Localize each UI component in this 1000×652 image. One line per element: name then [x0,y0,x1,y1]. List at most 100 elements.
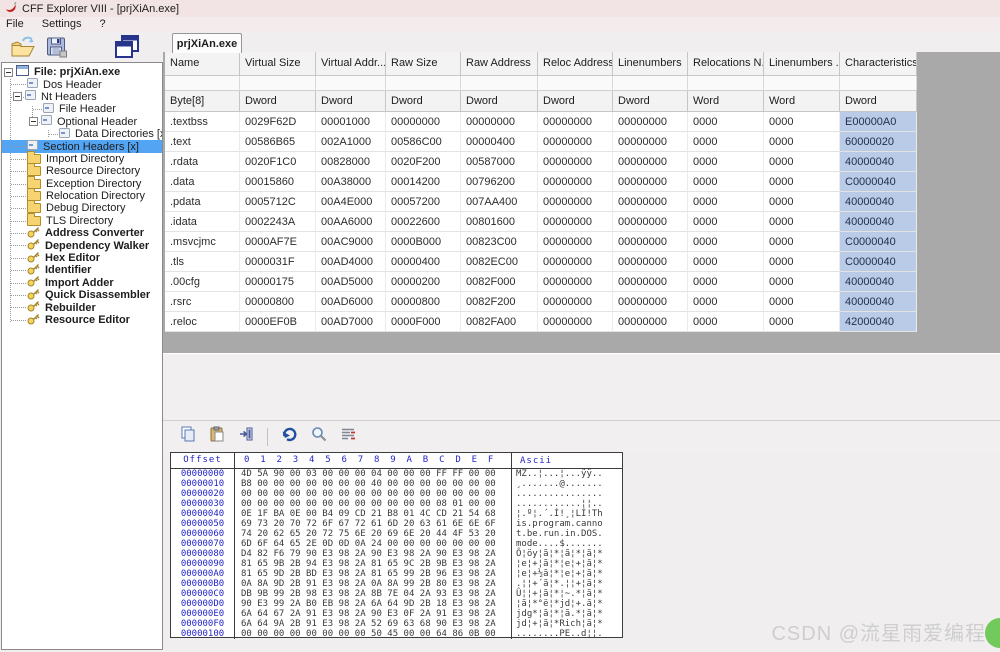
hex-ascii-cell[interactable]: ................ [512,489,622,499]
tree-expand-toggle[interactable] [4,68,13,77]
section-name-cell[interactable]: .00cfg [165,272,240,292]
tree-item[interactable]: File Header [2,103,162,115]
virtual-address-cell[interactable]: 002A1000 [316,132,386,152]
virtual-address-cell[interactable]: 00AD4000 [316,252,386,272]
linenumbers-cell[interactable]: 00000000 [613,252,688,272]
raw-address-cell[interactable]: 0082EC00 [461,252,538,272]
linenumbers-n-cell[interactable]: 0000 [764,232,840,252]
fill-button[interactable] [238,426,254,447]
table-row[interactable]: .textbss 0029F62D 00001000 00000000 0000… [165,112,917,132]
reloc-address-cell[interactable]: 00000000 [538,152,613,172]
reloc-address-cell[interactable]: 00000000 [538,232,613,252]
virtual-size-cell[interactable]: 0000AF7E [240,232,316,252]
undo-button[interactable] [281,427,298,447]
raw-size-cell[interactable]: 00000400 [386,252,461,272]
relocations-n-cell[interactable]: 0000 [688,172,764,192]
hex-ascii-cell[interactable]: jd¦+¦ã¦*Rich¦ã¦* [512,619,622,629]
section-name-cell[interactable]: .rdata [165,152,240,172]
hex-ascii-cell[interactable]: ¦e¦+¦ã¦*¦e¦+¦ã¦* [512,559,622,569]
tree-item[interactable]: Optional Header [2,116,162,128]
hex-ascii-cell[interactable]: mode....$....... [512,539,622,549]
hex-ascii-cell[interactable]: Ô¦öy¦ã¦*¦ã¦*¦ã¦* [512,549,622,559]
windows-compare-button[interactable] [113,34,141,65]
virtual-address-cell[interactable]: 00AC9000 [316,232,386,252]
paste-button[interactable] [209,426,225,447]
relocations-n-cell[interactable]: 0000 [688,292,764,312]
virtual-address-cell[interactable]: 00001000 [316,112,386,132]
hex-bytes-cell[interactable]: 81 65 9B 2B 94 E3 98 2A 81 65 9C 2B 9B E… [235,559,512,569]
hex-bytes-cell[interactable]: 6D 6F 64 65 2E 0D 0D 0A 24 00 00 00 00 0… [235,539,512,549]
relocations-n-cell[interactable]: 0000 [688,212,764,232]
raw-address-cell[interactable]: 00823C00 [461,232,538,252]
linenumbers-n-cell[interactable]: 0000 [764,112,840,132]
raw-size-cell[interactable]: 00000000 [386,112,461,132]
raw-address-cell[interactable]: 00000400 [461,132,538,152]
reloc-address-cell[interactable]: 00000000 [538,312,613,332]
virtual-address-cell[interactable]: 00828000 [316,152,386,172]
relocations-n-cell[interactable]: 0000 [688,152,764,172]
virtual-size-cell[interactable]: 0029F62D [240,112,316,132]
linenumbers-cell[interactable]: 00000000 [613,152,688,172]
hex-bytes-cell[interactable]: 74 20 62 65 20 72 75 6E 20 69 6E 20 44 4… [235,529,512,539]
reloc-address-cell[interactable]: 00000000 [538,252,613,272]
linenumbers-cell[interactable]: 00000000 [613,312,688,332]
hex-bytes-cell[interactable]: 0E 1F BA 0E 00 B4 09 CD 21 B8 01 4C CD 2… [235,509,512,519]
linenumbers-n-cell[interactable]: 0000 [764,132,840,152]
hex-bytes-cell[interactable]: 81 65 9D 2B BD E3 98 2A 81 65 99 2B 96 E… [235,569,512,579]
raw-address-cell[interactable]: 0082F000 [461,272,538,292]
raw-size-cell[interactable]: 0000F000 [386,312,461,332]
copy-button[interactable] [180,426,196,447]
hex-ascii-cell[interactable]: ¸.......@....... [512,479,622,489]
linenumbers-n-cell[interactable]: 0000 [764,172,840,192]
virtual-address-cell[interactable]: 00A38000 [316,172,386,192]
virtual-size-cell[interactable]: 00000800 [240,292,316,312]
hex-bytes-cell[interactable]: 90 E3 99 2A B0 EB 98 2A 6A 64 9D 2B 18 E… [235,599,512,609]
hex-ascii-cell[interactable]: t.be.run.in.DOS. [512,529,622,539]
table-row[interactable]: .00cfg 00000175 00AD5000 00000200 0082F0… [165,272,917,292]
raw-address-cell[interactable]: 00801600 [461,212,538,232]
table-row[interactable]: .rdata 0020F1C0 00828000 0020F200 005870… [165,152,917,172]
hex-bytes-cell[interactable]: 00 00 00 00 00 00 00 00 00 00 00 00 08 0… [235,499,512,509]
hex-ascii-cell[interactable]: MZ..¦...¦...ÿÿ.. [512,469,622,479]
menu-item[interactable]: File [0,18,34,30]
raw-address-cell[interactable]: 00587000 [461,152,538,172]
raw-address-cell[interactable]: 007AA400 [461,192,538,212]
tree-item[interactable]: Debug Directory [2,202,162,214]
raw-address-cell[interactable]: 0082F200 [461,292,538,312]
tree-item[interactable]: File: prjXiAn.exe [2,66,162,78]
reloc-address-cell[interactable]: 00000000 [538,172,613,192]
hex-bytes-cell[interactable]: 69 73 20 70 72 6F 67 72 61 6D 20 63 61 6… [235,519,512,529]
hex-bytes-cell[interactable]: 0A 8A 9D 2B 91 E3 98 2A 0A 8A 99 2B 80 E… [235,579,512,589]
tree-item[interactable]: Resource Editor [2,314,162,326]
tree-item[interactable]: Address Converter [2,227,162,239]
raw-size-cell[interactable]: 00586C00 [386,132,461,152]
characteristics-cell[interactable]: 40000040 [840,272,917,292]
linenumbers-cell[interactable]: 00000000 [613,232,688,252]
hex-ascii-cell[interactable]: ........PE..d¦¦. [512,629,622,639]
linenumbers-cell[interactable]: 00000000 [613,292,688,312]
reloc-address-cell[interactable]: 00000000 [538,292,613,312]
tree-item[interactable]: TLS Directory [2,215,162,227]
hex-bytes-cell[interactable]: 6A 64 67 2A 91 E3 98 2A 90 E3 0F 2A 91 E… [235,609,512,619]
relocations-n-cell[interactable]: 0000 [688,192,764,212]
table-row[interactable]: .pdata 0005712C 00A4E000 00057200 007AA4… [165,192,917,212]
characteristics-cell[interactable]: C0000040 [840,232,917,252]
table-row[interactable]: .idata 0002243A 00AA6000 00022600 008016… [165,212,917,232]
tree-item[interactable]: Dos Header [2,78,162,90]
relocations-n-cell[interactable]: 0000 [688,252,764,272]
tree-item[interactable]: Dependency Walker [2,239,162,251]
hex-bytes-cell[interactable]: 6A 64 9A 2B 91 E3 98 2A 52 69 63 68 90 E… [235,619,512,629]
relocations-n-cell[interactable]: 0000 [688,312,764,332]
relocations-n-cell[interactable]: 0000 [688,112,764,132]
floating-green-button[interactable] [985,618,1000,648]
hex-ascii-cell[interactable]: ¦.º¦.´.Í!¸¦LÍ!Th [512,509,622,519]
characteristics-cell[interactable]: C0000040 [840,172,917,192]
raw-address-cell[interactable]: 0082FA00 [461,312,538,332]
linenumbers-n-cell[interactable]: 0000 [764,212,840,232]
table-row[interactable]: .msvcjmc 0000AF7E 00AC9000 0000B000 0082… [165,232,917,252]
linenumbers-n-cell[interactable]: 0000 [764,272,840,292]
hex-bytes-cell[interactable]: 00 00 00 00 00 00 00 00 00 00 00 00 00 0… [235,489,512,499]
virtual-size-cell[interactable]: 0005712C [240,192,316,212]
virtual-size-cell[interactable]: 00586B65 [240,132,316,152]
table-row[interactable]: .text 00586B65 002A1000 00586C00 0000040… [165,132,917,152]
